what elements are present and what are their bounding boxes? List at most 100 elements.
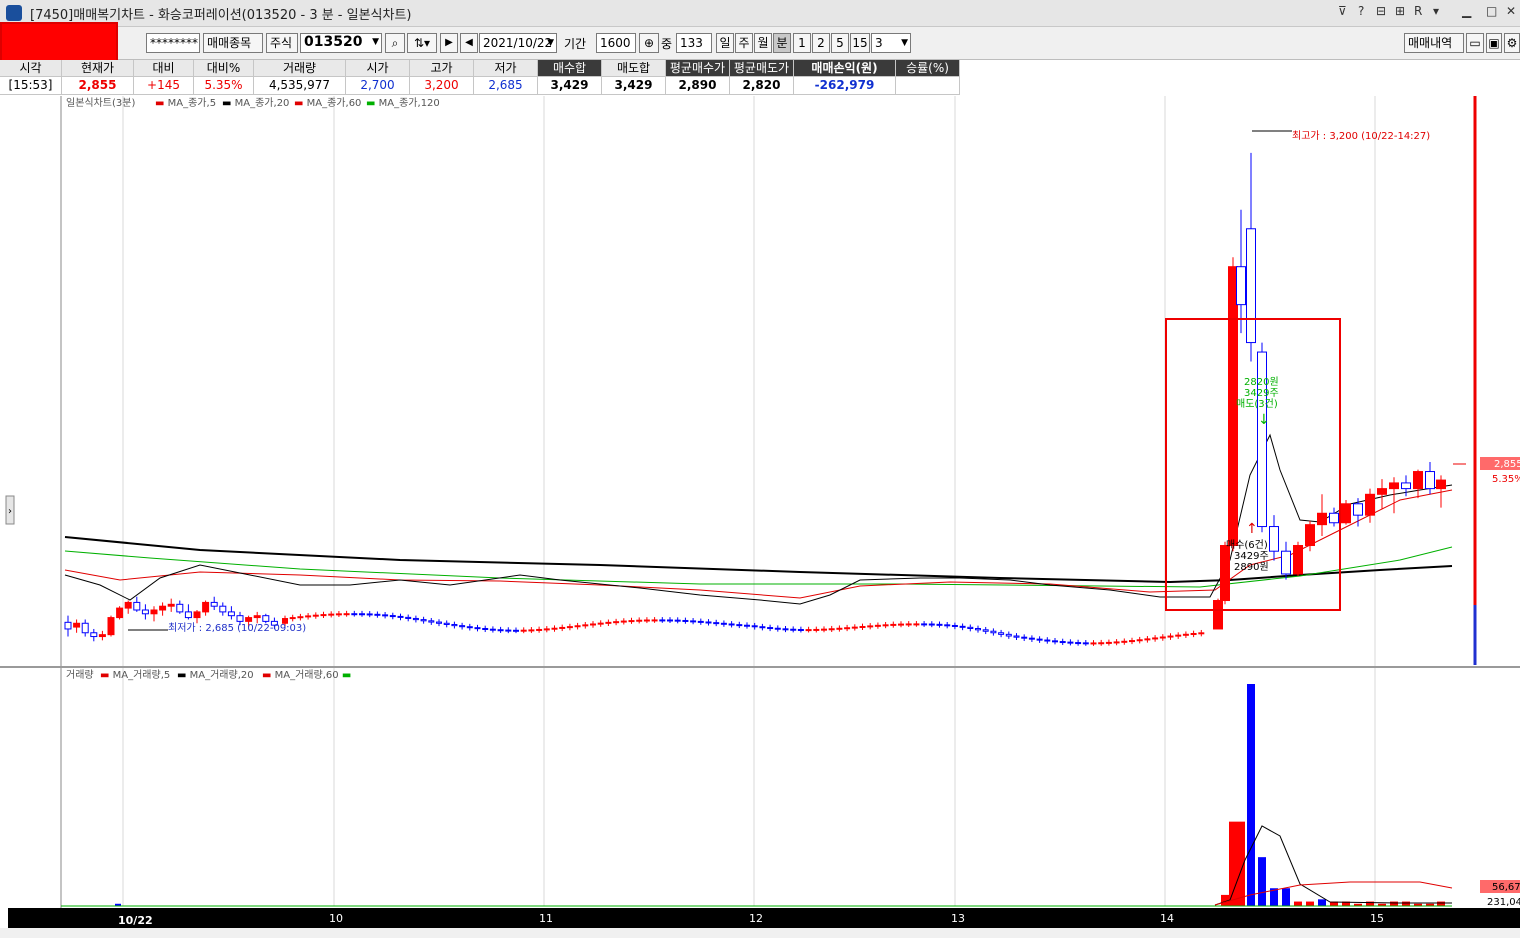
candle-up	[882, 624, 889, 627]
legend-volume: 거래량	[66, 669, 94, 681]
r-button[interactable]: R	[1414, 4, 1422, 18]
candle-down	[928, 623, 935, 626]
candle-down	[1082, 642, 1089, 645]
history-button[interactable]: 매매내역	[1404, 33, 1464, 53]
tab-minute[interactable]: 분	[773, 33, 791, 53]
pin-icon[interactable]: ⊽	[1338, 4, 1347, 18]
close-button[interactable]: ✕	[1506, 4, 1516, 18]
candle-down	[141, 609, 149, 615]
hdr-change-pct: 대비%	[194, 60, 254, 77]
candle-up	[859, 626, 866, 629]
candle-down	[1236, 266, 1246, 306]
price-chart[interactable]: › 일본식차트(3분) ▬ MA_종가,5 ▬ MA_종가,20 ▬ MA_종가…	[0, 96, 1520, 928]
candle-up	[844, 627, 851, 630]
candle-down	[1401, 482, 1411, 490]
candle-up	[551, 627, 558, 630]
val-open: 2,700	[346, 77, 410, 95]
market-type-select[interactable]: 주식	[266, 33, 298, 53]
tab-month[interactable]: 월	[754, 33, 772, 53]
candle-down	[936, 623, 943, 626]
app-icon	[6, 5, 22, 21]
help-button[interactable]: ?	[1358, 4, 1364, 18]
legend-vma5: ▬ MA_거래량,5	[100, 669, 170, 681]
hdr-change: 대비	[134, 60, 194, 77]
prev-button[interactable]: ◀	[460, 33, 478, 53]
candle-up	[1293, 545, 1303, 575]
interval-text: 3	[875, 36, 883, 50]
candle-up	[297, 616, 304, 619]
candle-down	[436, 621, 442, 624]
minimize-button[interactable]: ▁	[1462, 4, 1471, 18]
maximize-button[interactable]: □	[1486, 4, 1497, 18]
val-time: [15:53]	[0, 77, 62, 95]
buy-marker-price: 2890원	[1234, 561, 1269, 573]
candle-up	[559, 626, 566, 629]
period-input[interactable]: 1600	[596, 33, 636, 53]
save-icon[interactable]: ⊞	[1395, 4, 1405, 18]
folder-icon[interactable]: ▭	[1466, 33, 1484, 53]
x-tick-14: 14	[1160, 912, 1174, 925]
tab-week[interactable]: 주	[735, 33, 753, 53]
next-button[interactable]: ▶	[440, 33, 458, 53]
val-winrate	[896, 77, 960, 95]
candle-down	[944, 624, 951, 627]
settings-icon[interactable]: ⚙	[1504, 33, 1520, 53]
candle-down	[428, 620, 435, 623]
overlay-icon[interactable]: ⊕	[639, 33, 659, 53]
candle-down	[389, 615, 396, 618]
interval-1-button[interactable]: 1	[793, 33, 811, 53]
candle-up	[245, 617, 253, 622]
volume-legend: 거래량 ▬ MA_거래량,5 ▬ MA_거래량,20 ▬ MA_거래량,60 ▬	[66, 669, 351, 681]
save-icon[interactable]: ▣	[1486, 33, 1502, 53]
candle-down	[982, 629, 989, 632]
candle-up	[1377, 488, 1387, 495]
tab-day[interactable]: 일	[716, 33, 734, 53]
candle-down	[751, 625, 758, 628]
interval-2-button[interactable]: 2	[812, 33, 830, 53]
candle-up	[582, 624, 589, 627]
candle-up	[821, 628, 827, 631]
stock-code-input[interactable]: 013520 ▼	[300, 33, 382, 53]
low-annotation: 최저가 : 2,685 (10/22-09:03)	[168, 622, 306, 634]
candle-up	[253, 615, 261, 619]
high-annotation: 최고가 : 3,200 (10/22-14:27)	[1292, 130, 1430, 142]
candle-down	[359, 613, 365, 616]
interval-select[interactable]: 3 ▼	[871, 33, 911, 53]
candle-up	[193, 611, 201, 619]
candle-up	[836, 627, 843, 630]
candle-down	[659, 619, 666, 622]
volume-bars	[115, 684, 1445, 906]
interval-15-button[interactable]: 15	[850, 33, 870, 53]
layout-icon[interactable]: ⊟	[1376, 4, 1386, 18]
hdr-open: 시가	[346, 60, 410, 77]
candle-up	[1098, 642, 1105, 645]
candle-up	[913, 623, 920, 626]
candle-up	[643, 619, 650, 622]
volume-bar	[1318, 899, 1326, 906]
password-field[interactable]: ********	[146, 33, 200, 53]
menu-icon[interactable]: ▾	[1433, 4, 1439, 18]
time-axis-bg	[8, 908, 1520, 928]
date-input[interactable]: 2021/10/22 ▼	[479, 33, 557, 53]
candle-down	[482, 627, 489, 630]
hdr-avg-sell: 평균매도가	[730, 60, 794, 77]
collapse-handle-icon: ›	[8, 506, 12, 517]
interval-5-button[interactable]: 5	[831, 33, 849, 53]
toolbar: ******** 매매종목 주식 013520 ▼ ⌕ ⇅▾ ▶ ◀ 2021/…	[0, 27, 1520, 60]
sort-icon[interactable]: ⇅▾	[407, 33, 437, 53]
candle-up	[1213, 600, 1223, 630]
title-bar: [7450]매매복기차트 - 화승코퍼레이션(013520 - 3 분 - 일본…	[0, 0, 1520, 27]
candle-down	[921, 623, 928, 626]
sell-marker-price: 2820원	[1244, 376, 1279, 388]
candle-up	[116, 607, 124, 619]
candle-down	[466, 626, 473, 629]
volume-label-2: 231,04	[1487, 897, 1520, 908]
mid-input[interactable]: 133	[676, 33, 712, 53]
legend-ma5: ▬ MA_종가,5	[155, 97, 216, 109]
candle-up	[605, 621, 612, 624]
candle-down	[774, 627, 781, 630]
search-icon[interactable]: ⌕	[385, 33, 405, 53]
val-volume: 4,535,977	[254, 77, 346, 95]
candle-up	[289, 617, 296, 620]
trade-item-button[interactable]: 매매종목	[203, 33, 263, 53]
